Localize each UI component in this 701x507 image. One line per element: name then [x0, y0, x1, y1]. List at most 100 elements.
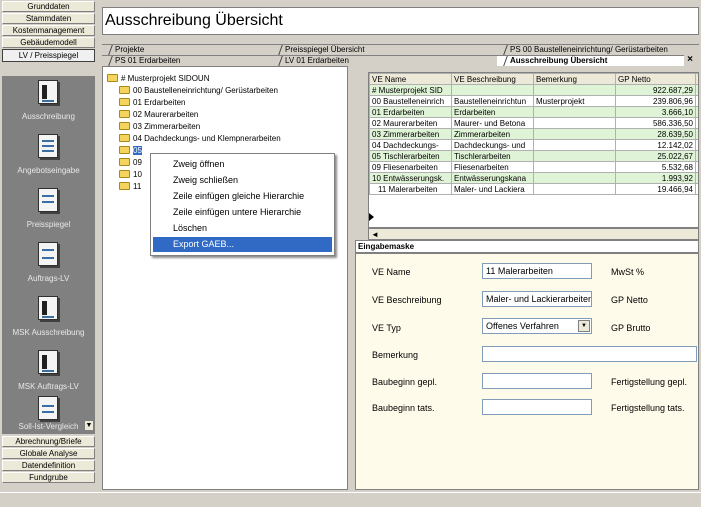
nav-lv-preisspiegel-button[interactable]: LV / Preisspiegel — [2, 49, 95, 62]
tree-node[interactable]: 02 Maurerarbeiten — [119, 109, 198, 120]
ve-typ-label: VE Typ — [372, 323, 401, 333]
msk-ausschreibung-icon — [38, 296, 58, 320]
ve-table: VE Name VE Beschreibung Bemerkung GP Net… — [369, 73, 698, 195]
tree-node[interactable]: 01 Erdarbeiten — [119, 97, 185, 108]
tree-node[interactable]: 03 Zimmerarbeiten — [119, 121, 200, 132]
preisspiegel-icon — [38, 188, 58, 212]
crumb-projekte[interactable]: Projekte — [102, 44, 287, 55]
tree-node[interactable]: 11 — [119, 181, 141, 192]
table-row-current[interactable]: 11 Malerarbeiten Maler- und Lackiera 19.46… — [369, 183, 698, 195]
menu-zeile-einfuegen-unter[interactable]: Zeile einfügen untere Hierarchie — [153, 205, 332, 220]
tree-node[interactable]: 00 Baustelleneinrichtung/ Gerüstarbeiten — [119, 85, 278, 96]
nav-item-auftrags-lv[interactable]: Auftrags-LV — [2, 242, 95, 296]
crumb-lv-01[interactable]: LV 01 Erdarbeiten — [272, 55, 512, 66]
table-row[interactable]: 05 Tischlerarbeiten Tischlerarbeiten 25.02… — [369, 150, 698, 162]
folder-icon — [119, 182, 130, 190]
angebotseingabe-icon — [38, 134, 58, 158]
menu-zweig-oeffnen[interactable]: Zweig öffnen — [153, 157, 332, 172]
close-tab-icon[interactable]: × — [684, 55, 696, 66]
folder-icon — [119, 86, 130, 94]
column-header-m[interactable]: M — [695, 73, 698, 85]
nav-module-panel: Ausschreibung Angebotseingabe Preisspieg… — [2, 76, 95, 434]
baubeginn-tats-input[interactable] — [482, 399, 592, 415]
nav-grunddaten-button[interactable]: Grunddaten — [2, 1, 95, 12]
tree-node-selected[interactable]: 05 — [119, 145, 142, 156]
nav-fundgrube-button[interactable]: Fundgrube — [2, 472, 95, 483]
status-bar — [0, 492, 701, 507]
baubeginn-gepl-input[interactable] — [482, 373, 592, 389]
folder-icon — [119, 158, 130, 166]
grid-horizontal-scrollbar[interactable]: ◄ — [368, 228, 699, 240]
context-menu: Zweig öffnen Zweig schließen Zeile einfü… — [150, 153, 335, 256]
fertigstellung-tats-label: Fertigstellung tats. — [611, 403, 685, 413]
table-row[interactable]: 01 Erdarbeiten Erdarbeiten 3.666,10 — [369, 106, 698, 118]
page-title: Ausschreibung Übersicht — [102, 7, 699, 35]
column-header-gp-netto[interactable]: GP Netto — [615, 73, 696, 85]
entry-form: VE Name 11 Malerarbeiten MwSt % VE Besch… — [355, 253, 699, 490]
table-row[interactable]: 09 Fliesenarbeiten Fliesenarbeiten 5.532,6… — [369, 161, 698, 173]
menu-zeile-einfuegen-gleich[interactable]: Zeile einfügen gleiche Hierarchie — [153, 189, 332, 204]
menu-zweig-schliessen[interactable]: Zweig schließen — [153, 173, 332, 188]
bemerkung-input[interactable] — [482, 346, 697, 362]
folder-icon — [119, 98, 130, 106]
nav-item-label: MSK Ausschreibung — [12, 328, 85, 337]
crumb-ausschreibung-uebersicht[interactable]: Ausschreibung Übersicht — [497, 55, 684, 66]
crumb-preisspiegel-uebersicht[interactable]: Preisspiegel Übersicht — [272, 44, 512, 55]
nav-scroll-down-icon[interactable]: ▼ — [84, 420, 94, 431]
table-row[interactable]: # Musterprojekt SID 922.687,29 — [369, 84, 698, 96]
nav-item-preisspiegel[interactable]: Preisspiegel — [2, 188, 95, 242]
column-header-ve-beschreibung[interactable]: VE Beschreibung — [451, 73, 534, 85]
ve-name-input[interactable]: 11 Malerarbeiten — [482, 263, 592, 279]
chevron-down-icon[interactable]: ▼ — [578, 320, 590, 332]
ve-beschreibung-label: VE Beschreibung — [372, 295, 442, 305]
bemerkung-label: Bemerkung — [372, 350, 419, 360]
crumb-ps-01[interactable]: PS 01 Erdarbeiten — [102, 55, 287, 66]
nav-item-label: MSK Auftrags-LV — [18, 382, 79, 391]
nav-item-soll-ist-vergleich[interactable]: Soll-Ist-Vergleich — [2, 396, 95, 434]
nav-datendefinition-button[interactable]: Datendefinition — [2, 460, 95, 471]
nav-item-label: Auftrags-LV — [27, 274, 70, 283]
nav-gebaeudemodell-button[interactable]: Gebäudemodell — [2, 37, 95, 48]
breadcrumb-row-2: PS 01 Erdarbeiten LV 01 Erdarbeiten Auss… — [102, 55, 699, 66]
nav-kostenmanagement-button[interactable]: Kostenmanagement — [2, 25, 95, 36]
nav-stammdaten-button[interactable]: Stammdaten — [2, 13, 95, 24]
folder-icon — [119, 170, 130, 178]
column-header-ve-name[interactable]: VE Name — [369, 73, 452, 85]
folder-icon — [119, 110, 130, 118]
table-row[interactable]: 02 Maurerarbeiten Maurer- und Betona 586.3… — [369, 117, 698, 129]
breadcrumb-row-1: Projekte Preisspiegel Übersicht PS 00 Ba… — [102, 44, 699, 55]
menu-export-gaeb[interactable]: Export GAEB... — [153, 237, 332, 252]
column-header-bemerkung[interactable]: Bemerkung — [533, 73, 616, 85]
fertigstellung-gepl-label: Fertigstellung gepl. — [611, 377, 688, 387]
current-row-arrow-icon — [369, 213, 374, 221]
left-navigation: Grunddaten Stammdaten Kostenmanagement G… — [0, 0, 97, 507]
nav-item-msk-ausschreibung[interactable]: MSK Ausschreibung — [2, 296, 95, 350]
table-row[interactable]: 10 Entwässerungsk. Entwässerungskana 1.993… — [369, 172, 698, 184]
ve-name-label: VE Name — [372, 267, 411, 277]
tree-node-root[interactable]: # Musterprojekt SIDOUN — [107, 73, 209, 84]
table-row[interactable]: 03 Zimmerarbeiten Zimmerarbeiten 28.639,50 — [369, 128, 698, 140]
table-row[interactable]: 00 Baustelleneinrich Baustelleneinrichtun… — [369, 95, 698, 107]
scroll-left-icon[interactable]: ◄ — [371, 230, 379, 239]
nav-globale-analyse-button[interactable]: Globale Analyse — [2, 448, 95, 459]
baubeginn-tats-label: Baubeginn tats. — [372, 403, 435, 413]
nav-abrechnung-button[interactable]: Abrechnung/Briefe — [2, 436, 95, 447]
nav-item-angebotseingabe[interactable]: Angebotseingabe — [2, 134, 95, 188]
nav-item-ausschreibung[interactable]: Ausschreibung — [2, 80, 95, 134]
menu-loeschen[interactable]: Löschen — [153, 221, 332, 236]
tree-node[interactable]: 04 Dachdeckungs- und Klempnerarbeiten — [119, 133, 281, 144]
folder-icon — [107, 74, 118, 82]
table-row[interactable]: 04 Dachdeckungs- Dachdeckungs- und 12.142,… — [369, 139, 698, 151]
gp-brutto-label: GP Brutto — [611, 323, 651, 333]
folder-icon — [119, 146, 130, 154]
ve-typ-select[interactable]: Offenes Verfahren ▼ — [482, 318, 592, 334]
mwst-label: MwSt % — [611, 267, 645, 277]
ve-grid: VE Name VE Beschreibung Bemerkung GP Net… — [368, 72, 699, 228]
crumb-ps-00[interactable]: PS 00 Baustelleneinrichtung/ Gerüstarbei… — [497, 44, 699, 55]
tree-node[interactable]: 09 — [119, 157, 142, 168]
project-tree: # Musterprojekt SIDOUN 00 Baustelleneinr… — [102, 66, 348, 490]
tree-node[interactable]: 10 — [119, 169, 142, 180]
msk-auftrags-lv-icon — [38, 350, 58, 374]
auftrags-lv-icon — [38, 242, 58, 266]
ve-beschreibung-input[interactable]: Maler- und Lackierarbeiten — [482, 291, 592, 307]
